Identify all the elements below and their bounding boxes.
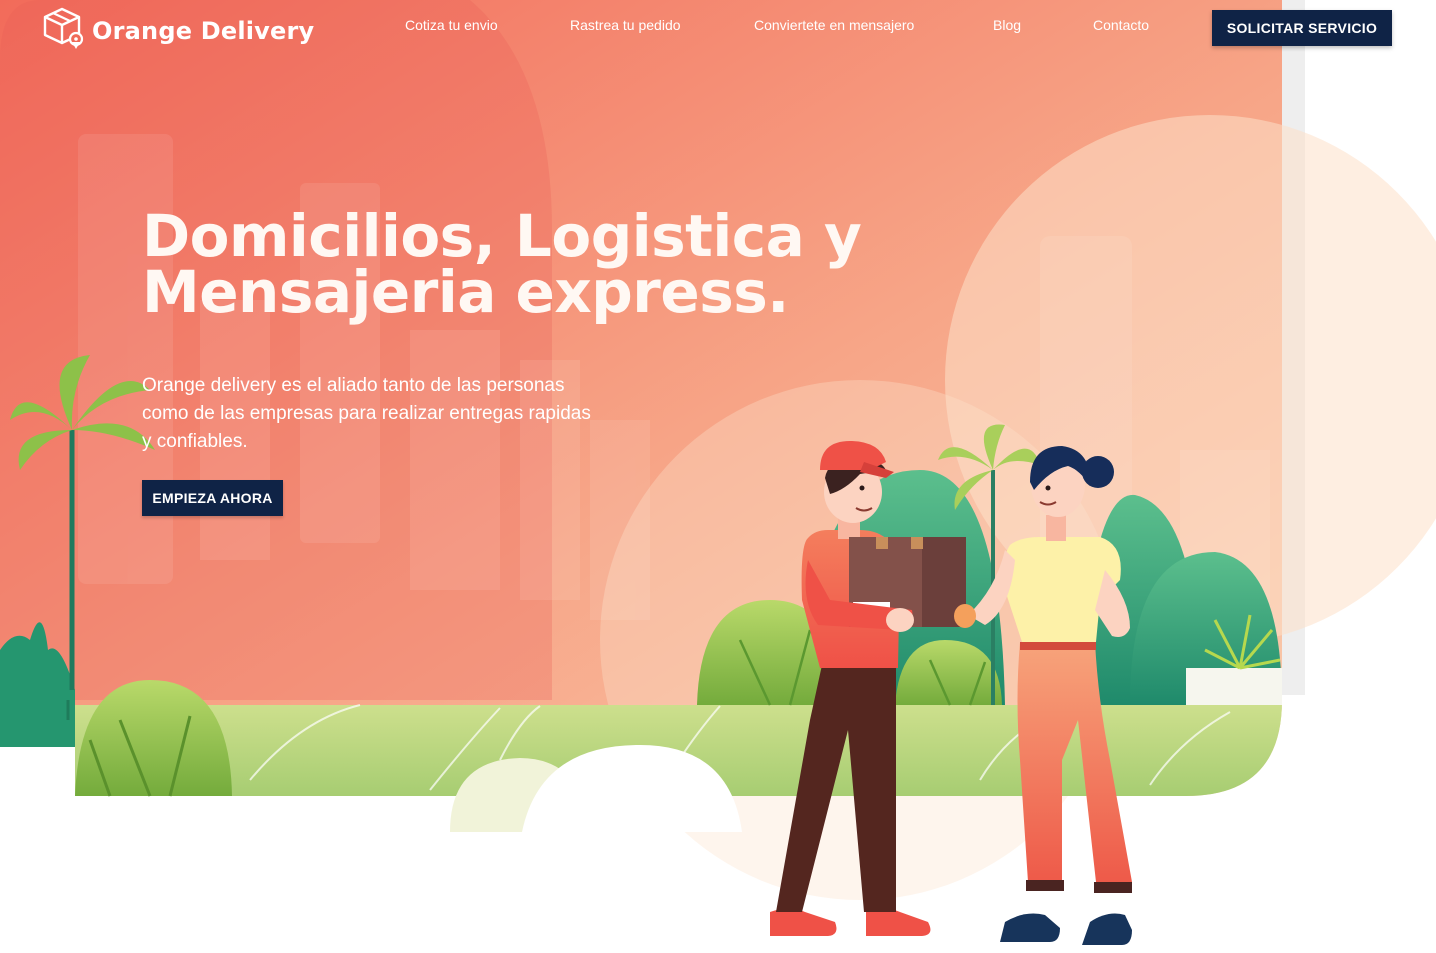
request-service-button[interactable]: SOLICITAR SERVICIO (1212, 10, 1392, 46)
brand-logo[interactable]: Orange Delivery (42, 6, 314, 55)
top-navbar: Orange Delivery Cotiza tu envio Rastrea … (0, 0, 1436, 60)
nav-link-cotiza[interactable]: Cotiza tu envio (405, 17, 498, 33)
nav-link-contacto[interactable]: Contacto (1093, 17, 1149, 33)
nav-link-rastrea[interactable]: Rastrea tu pedido (570, 17, 681, 33)
hero-illustration (0, 0, 1436, 945)
box-location-icon (42, 6, 84, 55)
brand-name: Orange Delivery (92, 16, 315, 45)
nav-link-blog[interactable]: Blog (993, 17, 1021, 33)
hero-title-line-2: Mensajeria express. (142, 258, 789, 326)
start-now-button[interactable]: EMPIEZA AHORA (142, 480, 283, 516)
hero-description: Orange delivery es el aliado tanto de la… (142, 375, 591, 452)
hero-title-line-1: Domicilios, Logistica y (142, 202, 862, 270)
nav-link-mensajero[interactable]: Conviertete en mensajero (754, 17, 914, 33)
hero-title: Domicilios, Logistica y Mensajeria expre… (142, 202, 862, 326)
